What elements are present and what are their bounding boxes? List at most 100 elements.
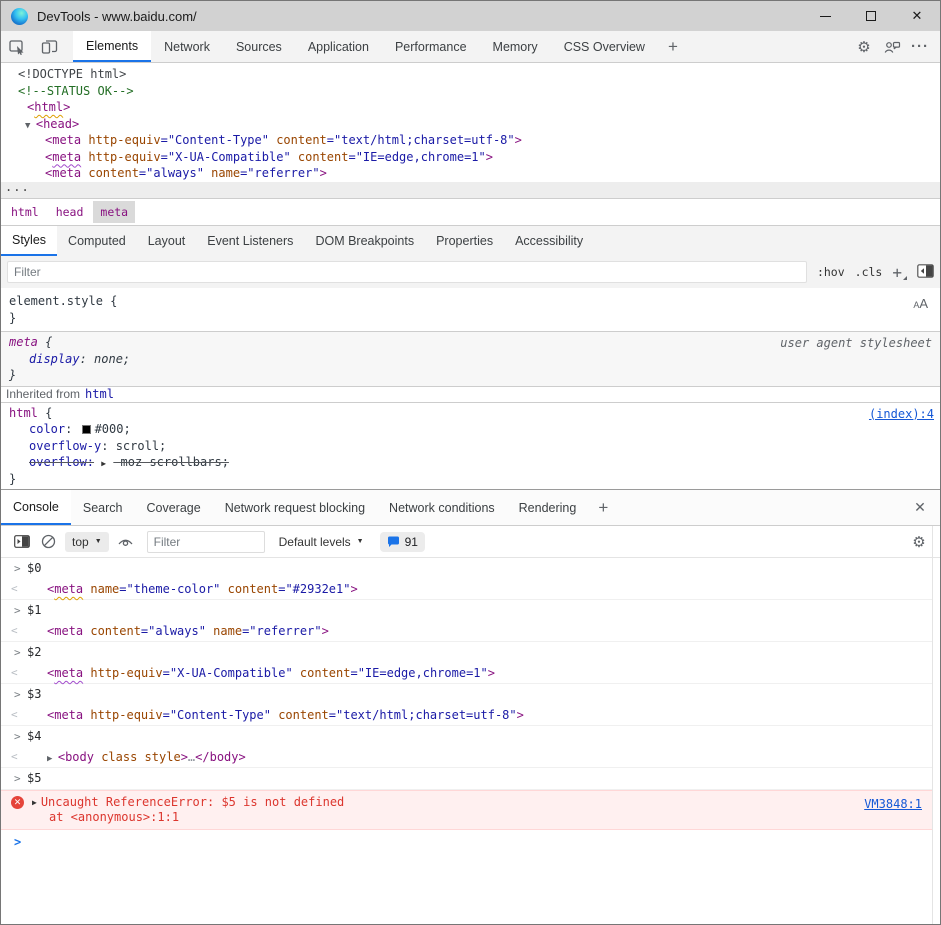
styles-pane: element.style { } AA meta { display: non… <box>1 288 940 489</box>
devtools-window: DevTools - www.baidu.com/ ✕ Elements Net… <box>0 0 941 925</box>
console-command[interactable]: >$0 <box>1 558 932 579</box>
console-entry-2: >$2 <<meta http-equiv="X-UA-Compatible" … <box>1 642 932 684</box>
declaration-color[interactable]: color: #000; <box>5 421 936 438</box>
dom-breadcrumb: html head meta <box>1 198 940 225</box>
tree-node-status-comment[interactable]: <!--STATUS OK--> <box>1 83 940 100</box>
tab-coverage[interactable]: Coverage <box>134 490 212 525</box>
tab-network-request-blocking[interactable]: Network request blocking <box>213 490 377 525</box>
gear-icon: ⚙ <box>857 38 870 56</box>
tab-application[interactable]: Application <box>295 31 382 62</box>
elements-dom-tree: <!DOCTYPE html> <!--STATUS OK--> <html> … <box>1 63 940 198</box>
breadcrumb-head[interactable]: head <box>49 201 91 223</box>
tab-memory[interactable]: Memory <box>480 31 551 62</box>
tree-node-meta-xua-compatible[interactable]: <meta http-equiv="X-UA-Compatible" conte… <box>1 149 940 166</box>
error-text: Uncaught ReferenceError: $5 is not defin… <box>41 795 344 810</box>
inspect-element-button[interactable] <box>1 31 33 62</box>
node-more-actions-icon[interactable]: ... <box>5 179 30 196</box>
create-live-expression-button[interactable] <box>113 535 139 548</box>
error-source-link[interactable]: VM3848:1 <box>864 797 922 811</box>
console-command[interactable]: >$5 <box>1 768 932 789</box>
minimize-button[interactable] <box>802 1 848 31</box>
settings-button[interactable]: ⚙ <box>850 31 878 62</box>
user-agent-stylesheet-label: user agent stylesheet <box>780 336 932 350</box>
prompt-chevron-icon: > <box>14 835 21 849</box>
console-filter-input[interactable] <box>147 531 265 553</box>
console-error-message[interactable]: ✕ ▶ Uncaught ReferenceError: $5 is not d… <box>1 790 932 830</box>
tab-sources[interactable]: Sources <box>223 31 295 62</box>
toggle-hover-state-button[interactable]: :hov <box>817 265 845 279</box>
console-messages: >$0 <<meta name="theme-color" content="#… <box>1 558 932 854</box>
tab-network-conditions[interactable]: Network conditions <box>377 490 507 525</box>
styles-filter-input[interactable] <box>7 261 807 283</box>
tab-search[interactable]: Search <box>71 490 135 525</box>
declaration-overflow-overridden[interactable]: overflow: ▶ -moz-scrollbars; <box>5 454 936 471</box>
console-settings-button[interactable]: ⚙ <box>906 533 932 551</box>
close-drawer-button[interactable]: ✕ <box>900 490 940 525</box>
tab-layout[interactable]: Layout <box>137 226 197 256</box>
breadcrumb-meta[interactable]: meta <box>93 201 135 223</box>
console-result[interactable]: <<meta http-equiv="Content-Type" content… <box>1 705 932 726</box>
user-agent-style-rule[interactable]: meta { display: none; } user agent style… <box>1 332 940 387</box>
maximize-button[interactable] <box>848 1 894 31</box>
console-result-body[interactable]: <▶ <body class style>…</body> <box>1 747 932 768</box>
toggle-class-button[interactable]: .cls <box>855 265 883 279</box>
log-levels-select[interactable]: Default levels ▼ <box>279 535 364 549</box>
show-console-sidebar-button[interactable] <box>9 535 35 548</box>
tab-styles[interactable]: Styles <box>1 226 57 256</box>
inspect-icon <box>9 39 26 55</box>
tab-console[interactable]: Console <box>1 490 71 525</box>
tab-rendering[interactable]: Rendering <box>507 490 589 525</box>
toggle-device-toolbar-button[interactable] <box>33 31 65 62</box>
declaration-overflow-y[interactable]: overflow-y: scroll; <box>5 438 936 455</box>
tab-computed[interactable]: Computed <box>57 226 137 256</box>
tab-network[interactable]: Network <box>151 31 223 62</box>
console-result[interactable]: <<meta content="always" name="referrer"> <box>1 621 932 642</box>
adjust-font-icon[interactable]: AA <box>913 296 928 311</box>
tree-node-meta-theme-color-selected[interactable]: ...<meta name="theme-color" content="#29… <box>1 182 940 199</box>
command-chevron-icon: > <box>14 646 27 659</box>
console-result[interactable]: <<meta http-equiv="X-UA-Compatible" cont… <box>1 663 932 684</box>
console-command[interactable]: >$4 <box>1 726 932 747</box>
tab-event-listeners[interactable]: Event Listeners <box>196 226 304 256</box>
element-style-rule[interactable]: element.style { } AA <box>1 288 940 332</box>
tab-css-overview[interactable]: CSS Overview <box>551 31 658 62</box>
new-style-rule-button[interactable]: + <box>892 263 907 282</box>
console-toolbar: top ▼ Default levels ▼ 91 ⚙ <box>1 526 940 558</box>
stylesheet-source-link[interactable]: (index):4 <box>869 407 934 421</box>
breadcrumb-html[interactable]: html <box>4 201 46 223</box>
tab-elements[interactable]: Elements <box>73 31 151 62</box>
tree-node-html[interactable]: <html> <box>1 99 940 116</box>
window-title: DevTools - www.baidu.com/ <box>37 9 197 24</box>
issues-counter[interactable]: 91 <box>380 532 425 552</box>
show-computed-sidebar-button[interactable] <box>917 264 934 281</box>
tab-dom-breakpoints[interactable]: DOM Breakpoints <box>304 226 425 256</box>
console-scrollbar[interactable] <box>932 526 933 924</box>
drawer-tabs: Console Search Coverage Network request … <box>1 490 940 526</box>
tab-performance[interactable]: Performance <box>382 31 480 62</box>
tree-node-meta-referrer[interactable]: <meta content="always" name="referrer"> <box>1 165 940 182</box>
inherited-from-header: Inherited from html <box>1 387 940 403</box>
console-command[interactable]: >$3 <box>1 684 932 705</box>
console-prompt[interactable]: > <box>1 830 932 854</box>
tree-node-meta-content-type[interactable]: <meta http-equiv="Content-Type" content=… <box>1 132 940 149</box>
close-icon: ✕ <box>914 499 926 516</box>
tab-accessibility[interactable]: Accessibility <box>504 226 594 256</box>
feedback-button[interactable] <box>878 31 906 62</box>
tree-node-head[interactable]: ▼ <head> <box>1 116 940 133</box>
html-style-rule[interactable]: html { color: #000; overflow-y: scroll; … <box>1 403 940 490</box>
inherited-html-link[interactable]: html <box>85 387 114 401</box>
add-panel-button[interactable]: + <box>658 31 688 62</box>
tree-node-doctype[interactable]: <!DOCTYPE html> <box>1 66 940 83</box>
add-drawer-tab-button[interactable]: + <box>588 490 618 525</box>
more-options-button[interactable]: ··· <box>906 31 934 62</box>
tab-properties[interactable]: Properties <box>425 226 504 256</box>
expand-error-icon[interactable]: ▶ <box>32 795 37 810</box>
close-button[interactable]: ✕ <box>894 1 940 31</box>
styles-filter-bar: :hov .cls + <box>1 256 940 288</box>
javascript-context-select[interactable]: top ▼ <box>65 532 109 552</box>
console-command[interactable]: >$2 <box>1 642 932 663</box>
console-result[interactable]: <<meta name="theme-color" content="#2932… <box>1 579 932 600</box>
chevron-down-icon: ▼ <box>357 538 364 545</box>
console-command[interactable]: >$1 <box>1 600 932 621</box>
clear-console-button[interactable] <box>35 534 61 549</box>
